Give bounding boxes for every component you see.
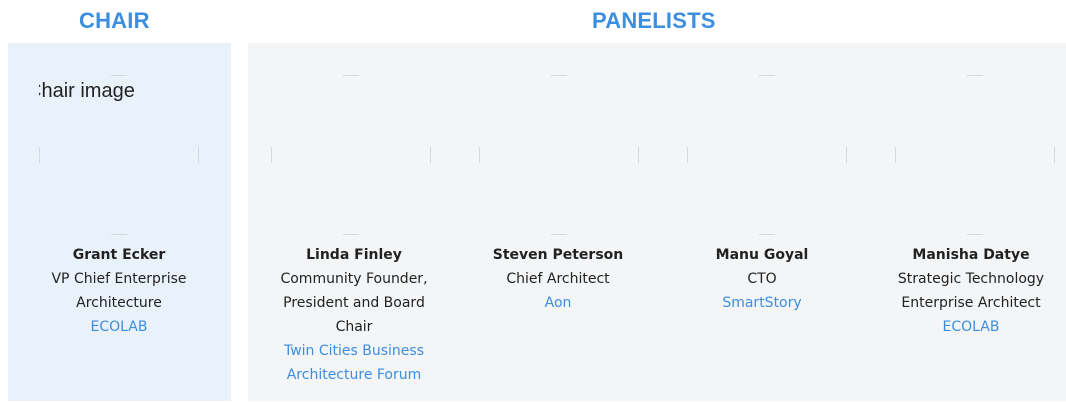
panelist-title: CTO	[747, 271, 777, 287]
panelist-title: Chief Architect	[506, 271, 610, 287]
panelist-org-link[interactable]: ECOLAB	[871, 315, 1066, 339]
panelist-photo	[895, 75, 1055, 235]
chair-card: Grant Ecker VP Chief Enterprise Architec…	[19, 243, 219, 339]
panelist-name: Manu Goyal	[715, 247, 809, 263]
panelist-photo	[271, 75, 431, 235]
panelist-org-link[interactable]: Aon	[458, 291, 658, 315]
chair-photo: Chair image	[39, 75, 199, 235]
panelist-org-link[interactable]: Twin Cities Business Architecture Forum	[267, 339, 442, 387]
panelist-title: Community Founder, President and Board C…	[280, 271, 428, 335]
panelist-card: Manisha Datye Strategic Technology Enter…	[871, 243, 1066, 339]
panelist-name: Manisha Datye	[912, 247, 1030, 263]
chair-org-link[interactable]: ECOLAB	[19, 315, 219, 339]
panelist-card: Manu Goyal CTO SmartStory	[662, 243, 862, 315]
chair-image-alt-text: Chair image	[39, 80, 135, 102]
panelist-title: Strategic Technology Enterprise Architec…	[897, 271, 1045, 311]
panelist-photo	[687, 75, 847, 235]
chair-heading: CHAIR	[79, 8, 150, 33]
panelist-org-link[interactable]: SmartStory	[662, 291, 862, 315]
panelist-card: Linda Finley Community Founder, Presiden…	[254, 243, 454, 387]
panelist-name: Linda Finley	[306, 247, 402, 263]
panelist-card: Steven Peterson Chief Architect Aon	[458, 243, 658, 315]
panelists-heading: PANELISTS	[592, 8, 716, 33]
chair-name: Grant Ecker	[72, 247, 166, 263]
panelist-photo	[479, 75, 639, 235]
panelist-name: Steven Peterson	[492, 247, 624, 263]
chair-title: VP Chief Enterprise Architecture	[51, 271, 187, 311]
